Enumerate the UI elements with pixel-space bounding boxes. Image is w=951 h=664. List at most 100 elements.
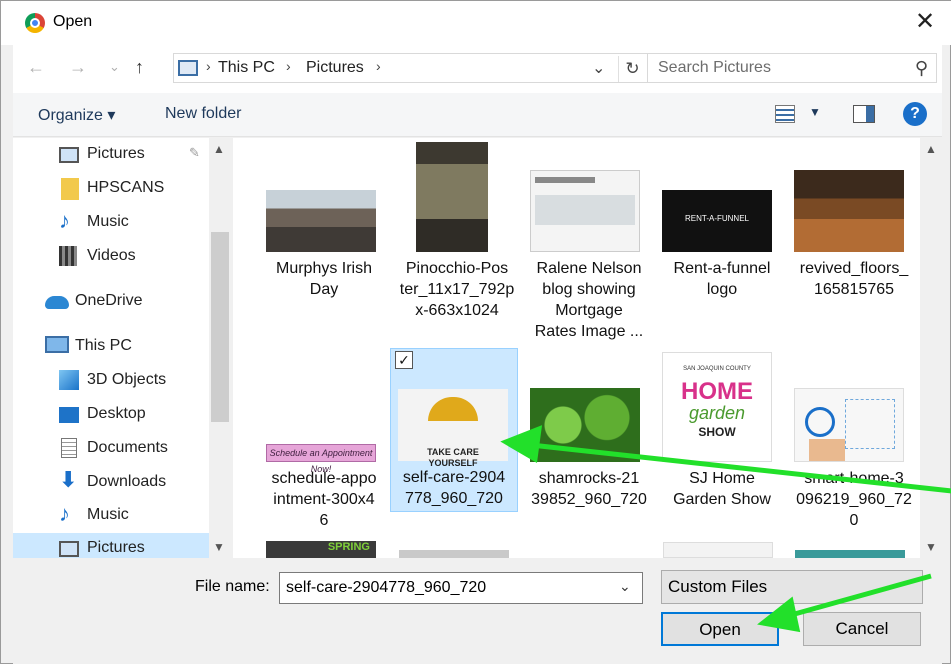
scroll-up-icon[interactable]: ▲ (213, 142, 225, 156)
breadcrumb-separator[interactable]: › (286, 58, 291, 74)
file-item-selected[interactable]: ✓ TAKE CARE YOURSELF self-care-2904 778_… (390, 348, 518, 512)
navigation-bar: ← → ⌄ ↑ › This PC › Pictures › ⌄ ↻ Searc… (13, 45, 942, 93)
sidebar-item-this-pc[interactable]: This PC (13, 331, 209, 361)
thumbnail-image (794, 388, 904, 462)
this-pc-icon (178, 60, 198, 76)
sidebar-item-label: Music (87, 506, 129, 523)
thumbnail-image (530, 388, 640, 462)
breadcrumb-pictures[interactable]: Pictures (306, 59, 364, 77)
view-dropdown-icon[interactable]: ▼ (809, 105, 821, 119)
file-item[interactable]: SAN JOAQUIN COUNTY HOME garden SHOW SJ H… (657, 348, 787, 538)
address-dropdown-icon[interactable]: ⌄ (592, 58, 605, 78)
new-folder-button[interactable]: New folder (165, 105, 241, 123)
downloads-icon: ⬇ (59, 467, 78, 492)
file-list-scrollbar[interactable]: ▲ ▼ (920, 138, 942, 558)
thumbnail-text: SHOW (698, 425, 736, 439)
file-name: schedule-appo intment-300x4 6 (271, 470, 377, 529)
pictures-icon (59, 541, 79, 557)
command-toolbar: Organize ▾ New folder ▼ ? (13, 93, 942, 137)
file-name: SJ Home Garden Show (673, 470, 771, 508)
file-item[interactable]: Pinocchio-Pos ter_11x17_792p x-663x1024 (392, 138, 522, 338)
scroll-up-icon[interactable]: ▲ (925, 142, 937, 156)
partial-thumbnail[interactable] (663, 542, 773, 558)
file-name-dropdown-icon[interactable]: ⌄ (619, 578, 631, 595)
file-list: Murphys Irish Day Pinocchio-Pos ter_11x1… (233, 138, 942, 558)
sidebar-item-videos[interactable]: Videos (13, 241, 209, 271)
preview-pane-icon[interactable] (853, 105, 875, 123)
pc-icon (45, 336, 69, 353)
scroll-down-icon[interactable]: ▼ (925, 540, 937, 554)
thumbnail-text: SAN JOAQUIN COUNTY (683, 366, 751, 372)
partial-thumbnail[interactable]: SPRING (266, 541, 376, 558)
thumbnail-image (794, 170, 904, 252)
address-bar[interactable]: › This PC › Pictures › ⌄ ↻ (173, 53, 649, 83)
sidebar-item-label: Documents (87, 439, 168, 456)
breadcrumb-this-pc[interactable]: This PC (218, 59, 275, 77)
pictures-icon (59, 147, 79, 163)
thumbnail-image (266, 190, 376, 252)
organize-menu[interactable]: Organize ▾ (38, 105, 115, 125)
sidebar-item-hpscans[interactable]: HPSCANS (13, 173, 209, 203)
file-item[interactable]: smart-home-3 096219_960_72 0 (789, 348, 919, 538)
navigation-pane: Pictures ✎ HPSCANS ♪ Music Videos OneDri… (13, 138, 231, 558)
sidebar-item-pictures[interactable]: Pictures (13, 533, 209, 558)
up-arrow-icon[interactable]: ↑ (135, 57, 144, 78)
refresh-icon[interactable]: ↻ (618, 56, 646, 82)
search-input[interactable]: Search Pictures ⚲ (647, 53, 937, 83)
forward-arrow-icon[interactable]: → (69, 57, 87, 78)
close-button[interactable]: ✕ (912, 9, 938, 35)
thumbnail-image: TAKE CARE YOURSELF (398, 389, 508, 468)
file-type-select[interactable]: Custom Files (661, 570, 923, 604)
music-icon: ♪ (59, 501, 70, 526)
file-name: shamrocks-21 39852_960_720 (531, 470, 647, 508)
search-icon[interactable]: ⚲ (915, 58, 928, 79)
thumbnail-text: RENT-A-FUNNEL (684, 214, 749, 223)
sidebar-item-onedrive[interactable]: OneDrive (13, 286, 209, 316)
partial-thumbnail[interactable] (399, 550, 509, 558)
sidebar-item-label: HPSCANS (87, 179, 165, 196)
cancel-button[interactable]: Cancel (803, 612, 921, 646)
file-item[interactable]: RENT-A-FUNNEL Rent-a-funnel logo (657, 138, 787, 338)
thumbnail-text: SPRING (327, 541, 370, 553)
partial-thumbnail[interactable] (795, 550, 905, 558)
thumbnail-text: garden (688, 403, 746, 423)
breadcrumb-separator[interactable]: › (376, 58, 381, 74)
change-view-icon[interactable] (775, 105, 795, 123)
chrome-icon (25, 13, 45, 33)
sidebar-item-3d-objects[interactable]: 3D Objects (13, 365, 209, 395)
file-name: Pinocchio-Pos ter_11x17_792p x-663x1024 (399, 260, 515, 319)
file-item[interactable]: Ralene Nelson blog showing Mortgage Rate… (524, 138, 654, 348)
sidebar-item-label: OneDrive (75, 292, 143, 309)
scrollbar-thumb[interactable] (211, 232, 229, 422)
sidebar-item-pictures-quick[interactable]: Pictures ✎ (13, 139, 209, 169)
open-button[interactable]: Open (661, 612, 779, 646)
music-icon: ♪ (59, 208, 70, 233)
scroll-down-icon[interactable]: ▼ (213, 540, 225, 554)
file-item[interactable]: revived_floors_ 165815765 (789, 138, 919, 338)
sidebar-scrollbar[interactable]: ▲ ▼ (209, 138, 231, 558)
thumbnail-image: RENT-A-FUNNEL (662, 190, 772, 252)
open-file-dialog: Open ✕ ← → ⌄ ↑ › This PC › Pictures › ⌄ … (0, 0, 951, 664)
sidebar-item-music[interactable]: ♪ Music (13, 207, 209, 237)
file-item[interactable]: Schedule an Appointment Now! schedule-ap… (259, 348, 389, 538)
thumbnail-text: HOME (681, 378, 753, 405)
back-arrow-icon[interactable]: ← (27, 57, 45, 78)
checkbox-icon[interactable]: ✓ (395, 351, 413, 369)
file-name: revived_floors_ 165815765 (799, 260, 909, 298)
sidebar-item-documents[interactable]: Documents (13, 433, 209, 463)
file-name-input[interactable]: self-care-2904778_960_720 (279, 572, 643, 604)
title-bar: Open ✕ (1, 1, 951, 45)
folder-icon (61, 178, 79, 200)
sidebar-item-downloads[interactable]: ⬇ Downloads (13, 467, 209, 497)
videos-icon (59, 246, 77, 266)
pin-icon[interactable]: ✎ (189, 145, 200, 161)
search-placeholder: Search Pictures (658, 59, 771, 76)
sidebar-item-desktop[interactable]: Desktop (13, 399, 209, 429)
file-item[interactable]: shamrocks-21 39852_960_720 (524, 348, 654, 538)
sidebar-item-music-2[interactable]: ♪ Music (13, 500, 209, 530)
sidebar-item-label: Pictures (87, 539, 145, 556)
file-item[interactable]: Murphys Irish Day (259, 138, 389, 338)
sidebar-item-label: 3D Objects (87, 371, 167, 388)
recent-locations-icon[interactable]: ⌄ (109, 59, 120, 75)
help-icon[interactable]: ? (903, 102, 927, 126)
